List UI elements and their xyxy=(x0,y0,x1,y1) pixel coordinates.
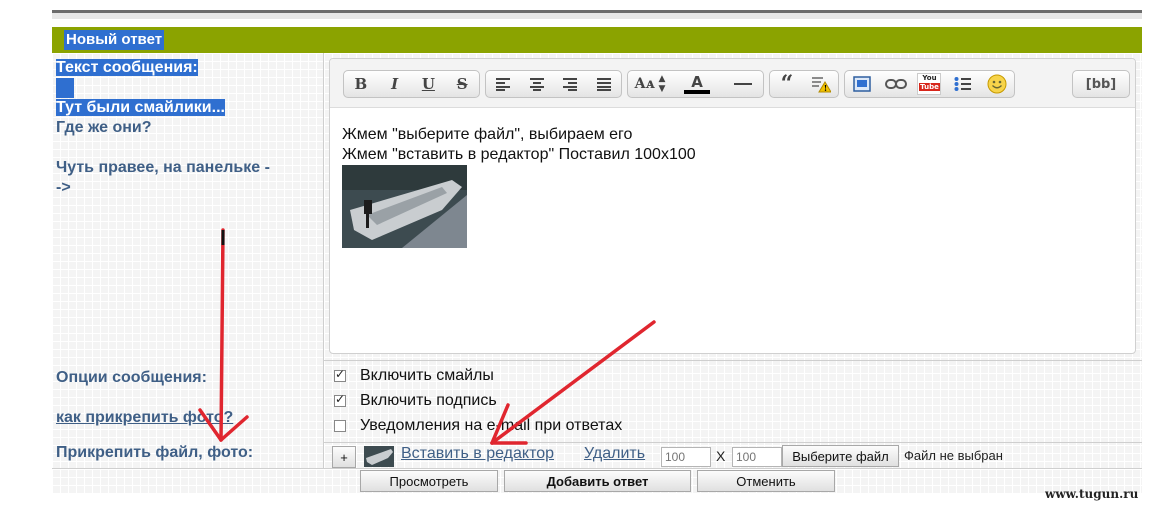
arrow-down-head-right xyxy=(219,415,249,442)
arrow-down-shaft xyxy=(219,228,225,442)
annotation-arrows xyxy=(198,228,656,445)
arrow-diagonal-shaft xyxy=(490,320,656,445)
site-watermark: www.tugun.ru xyxy=(1045,487,1139,501)
arrow-down-head-left xyxy=(198,408,223,442)
